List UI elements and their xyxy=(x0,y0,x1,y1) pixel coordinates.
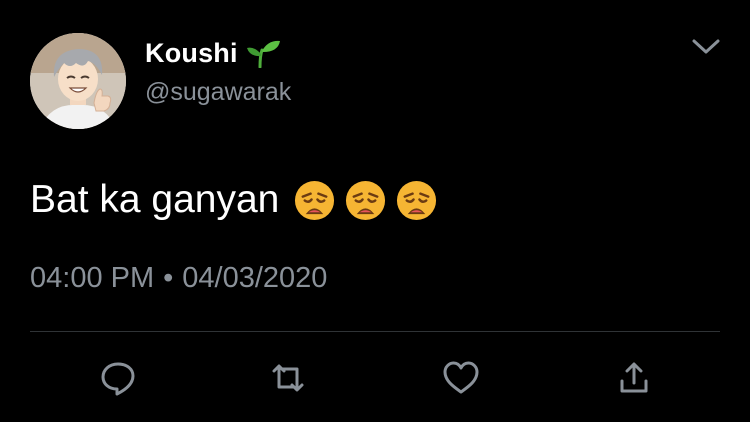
retweet-icon xyxy=(272,364,304,392)
reply-button[interactable] xyxy=(98,358,138,398)
user-handle[interactable]: @sugawarak xyxy=(145,78,291,107)
tweet-time[interactable]: 04:00 PM xyxy=(30,262,154,295)
tweet-date[interactable]: 04/03/2020 xyxy=(182,262,327,295)
share-button[interactable] xyxy=(614,358,654,398)
retweet-button[interactable] xyxy=(268,358,308,398)
more-options-button[interactable] xyxy=(686,32,726,62)
avatar-image xyxy=(30,33,126,129)
tweet-text-content: Bat ka ganyan xyxy=(30,178,280,221)
tweet-text: Bat ka ganyan xyxy=(30,178,438,222)
author-name-row[interactable]: Koushi xyxy=(145,36,282,70)
chevron-down-icon xyxy=(692,39,720,54)
reply-icon xyxy=(101,362,135,396)
action-bar xyxy=(0,352,750,400)
like-button[interactable] xyxy=(441,358,481,398)
sprout-icon xyxy=(246,38,282,69)
share-icon xyxy=(620,362,648,393)
timestamp-row: 04:00 PM • 04/03/2020 xyxy=(30,262,327,295)
emoji-group xyxy=(293,179,438,222)
weary-face-icon xyxy=(295,180,335,220)
weary-face-icon xyxy=(397,180,437,220)
like-icon xyxy=(443,361,479,394)
timestamp-separator: • xyxy=(163,262,174,294)
divider xyxy=(30,331,720,332)
display-name[interactable]: Koushi xyxy=(145,38,238,69)
tweet-card: Koushi @sugawarak Bat ka ganyan 04:00 PM… xyxy=(0,0,750,422)
avatar[interactable] xyxy=(30,33,126,129)
weary-face-icon xyxy=(346,180,386,220)
